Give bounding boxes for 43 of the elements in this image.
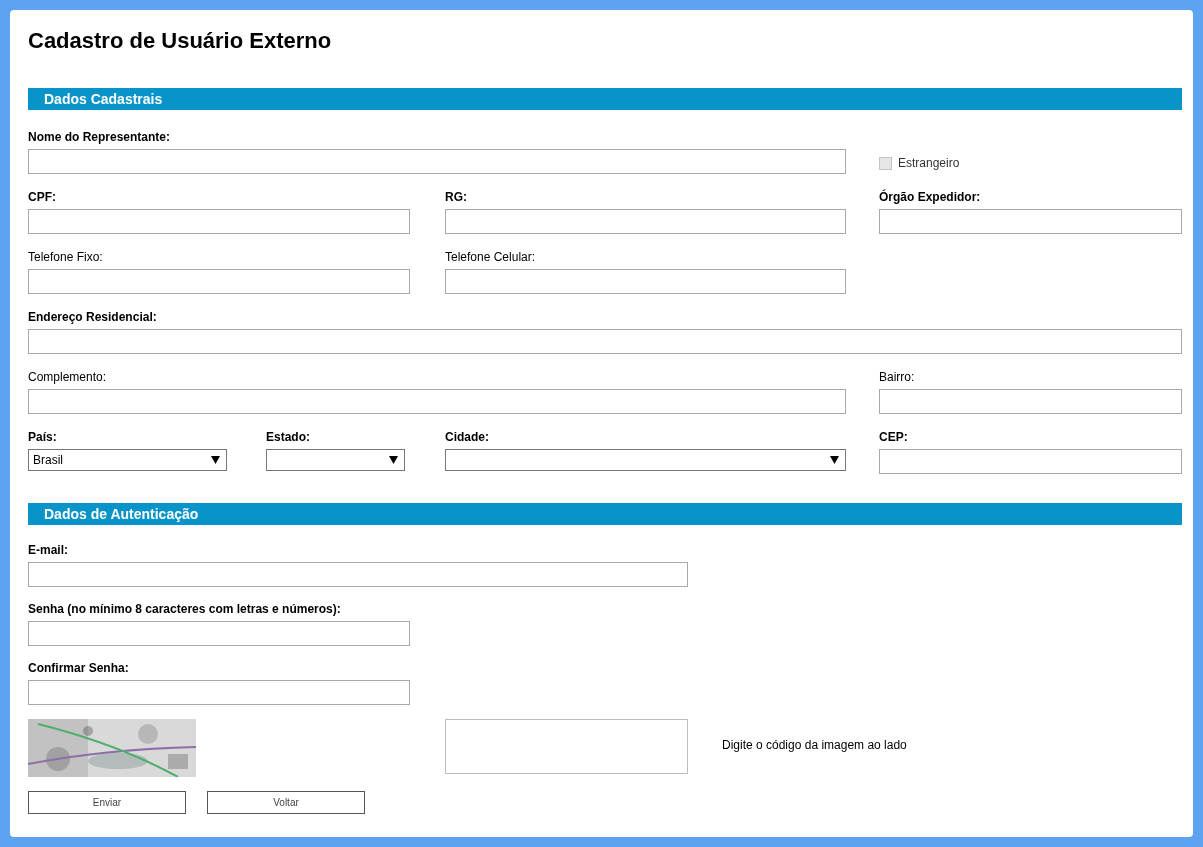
field-label: RG: (445, 190, 467, 205)
field-label: CEP: (879, 430, 908, 445)
input-field[interactable] (28, 329, 1182, 354)
field-label: País: (28, 430, 57, 445)
dropdown[interactable] (445, 449, 846, 471)
field-label: Cidade: (445, 430, 489, 445)
caret-icon (830, 456, 839, 464)
captcha-field[interactable] (445, 719, 688, 774)
field-label: Confirmar Senha: (28, 661, 129, 676)
dropdown[interactable] (266, 449, 405, 471)
field-label: E-mail: (28, 543, 68, 558)
field-label: Complemento: (28, 370, 107, 385)
field-label: Estado: (266, 430, 310, 445)
input-field[interactable] (28, 621, 410, 646)
back-button[interactable]: Voltar (207, 791, 365, 814)
field-label: Nome do Representante: (28, 130, 171, 145)
field-label: Telefone Fixo: (28, 250, 103, 265)
submit-button[interactable]: Enviar (28, 791, 186, 814)
field-label: Órgão Expedidor: (879, 190, 981, 205)
input-field[interactable] (445, 209, 846, 234)
field-label: Bairro: (879, 370, 915, 385)
section-header: Dados Cadastrais (28, 88, 1182, 110)
dropdown[interactable]: Brasil (28, 449, 227, 471)
section-header: Dados de Autenticação (28, 503, 1182, 525)
input-field[interactable] (879, 209, 1182, 234)
field-label: Telefone Celular: (445, 250, 536, 265)
page-title: Cadastro de Usuário Externo (28, 28, 332, 54)
input-field[interactable] (445, 269, 846, 294)
input-field[interactable] (28, 680, 410, 705)
input-field[interactable] (28, 562, 688, 587)
field-label: Endereço Residencial: (28, 310, 157, 325)
caret-icon (389, 456, 398, 464)
field-label: Senha (no mínimo 8 caracteres com letras e números): (28, 602, 341, 617)
input-field[interactable] (879, 449, 1182, 474)
input-field[interactable] (28, 209, 410, 234)
caret-icon (211, 456, 220, 464)
input-field[interactable] (28, 389, 846, 414)
input-field[interactable] (28, 149, 846, 174)
input-field[interactable] (28, 269, 410, 294)
captcha-hint: Digite o código da imagem ao lado (722, 737, 907, 754)
checkbox-label: Estrangeiro (898, 155, 960, 172)
field-label: CPF: (28, 190, 56, 205)
input-field[interactable] (879, 389, 1182, 414)
